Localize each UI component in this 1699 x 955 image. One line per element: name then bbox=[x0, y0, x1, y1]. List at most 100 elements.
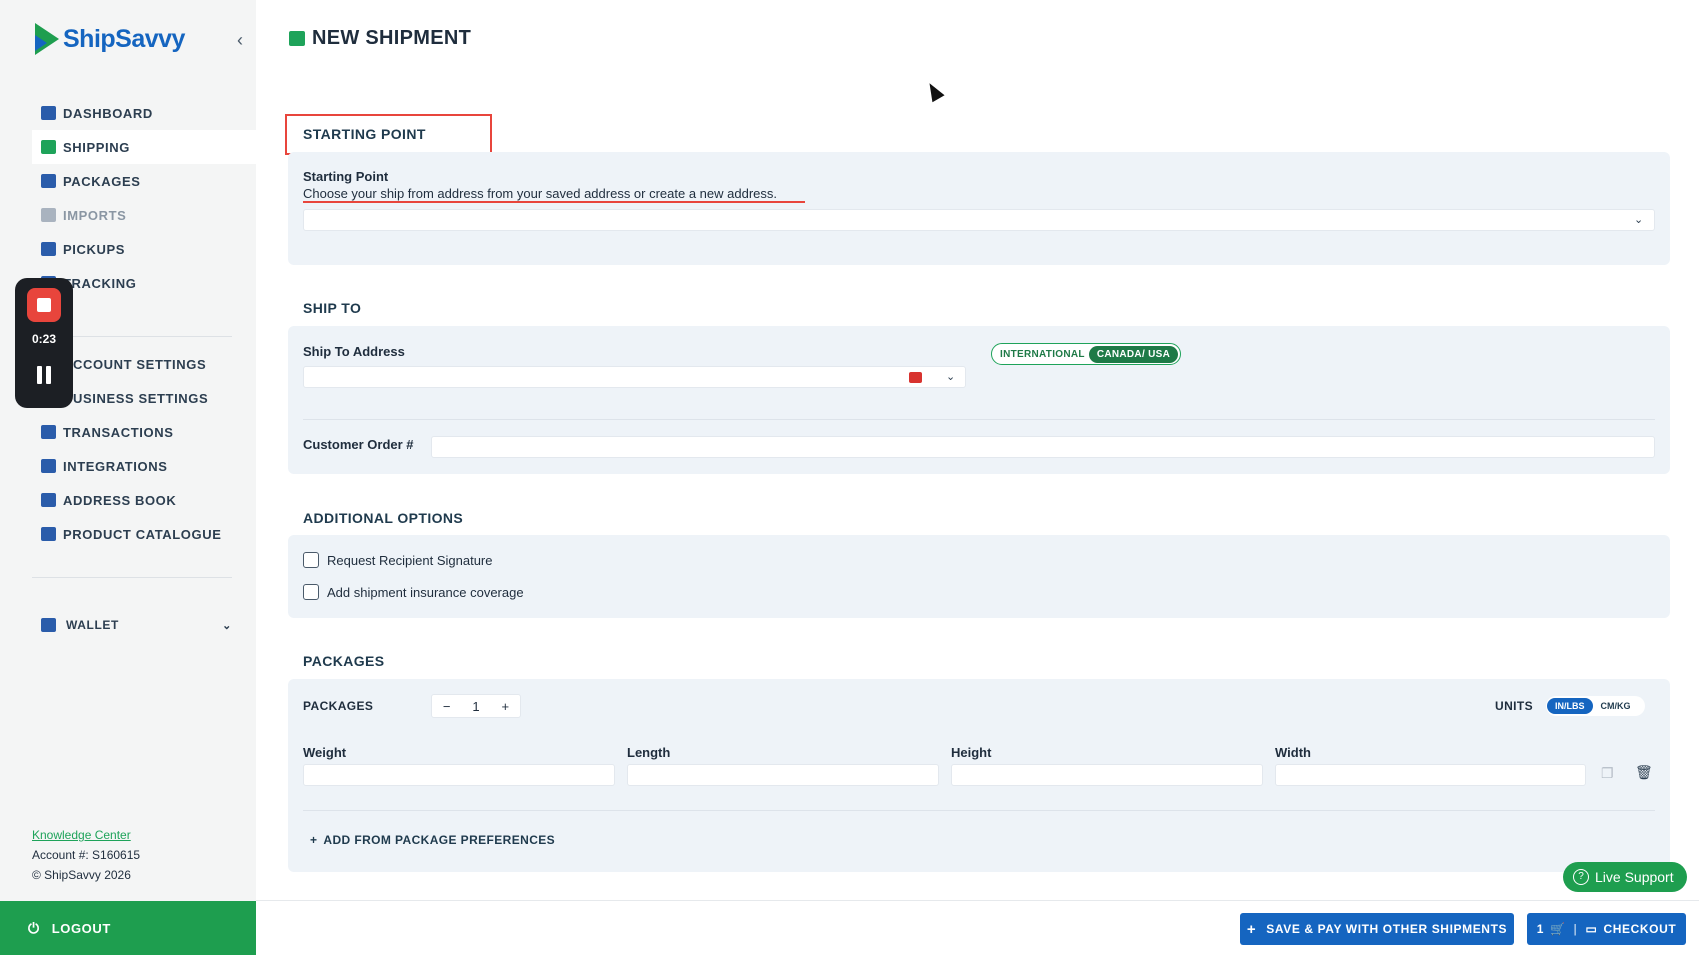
knowledge-center-link[interactable]: Knowledge Center bbox=[32, 825, 140, 845]
page-title: NEW SHIPMENT bbox=[289, 27, 471, 50]
separator: | bbox=[1573, 922, 1578, 936]
packages-icon bbox=[41, 174, 56, 188]
sidebar-item-integrations[interactable]: INTEGRATIONS bbox=[32, 449, 256, 483]
ship-to-address-select[interactable] bbox=[303, 366, 966, 388]
pickup-icon bbox=[41, 242, 56, 256]
catalogue-icon bbox=[41, 527, 56, 541]
sidebar-item-label: ADDRESS BOOK bbox=[63, 492, 177, 508]
footer-divider bbox=[256, 900, 1699, 901]
sidebar-item-imports[interactable]: IMPORTS bbox=[32, 198, 256, 232]
live-support-button[interactable]: ? Live Support bbox=[1563, 862, 1687, 892]
pause-icon[interactable] bbox=[36, 366, 52, 384]
ship-to-heading: SHIP TO bbox=[303, 300, 362, 316]
units-toggle: IN/LBS CM/KG bbox=[1546, 696, 1645, 716]
help-icon: ? bbox=[1573, 869, 1589, 885]
weight-input[interactable] bbox=[303, 764, 615, 786]
chevron-down-icon: ⌄ bbox=[1634, 214, 1644, 226]
sidebar-item-label: DASHBOARD bbox=[63, 105, 153, 121]
signature-option-label: Request Recipient Signature bbox=[327, 552, 493, 568]
units-in-lbs[interactable]: IN/LBS bbox=[1547, 698, 1593, 714]
logo[interactable]: ShipSavvy bbox=[35, 23, 185, 55]
divider bbox=[303, 419, 1655, 420]
sidebar-item-label: SHIPPING bbox=[63, 139, 130, 155]
sidebar-item-packages[interactable]: PACKAGES bbox=[32, 164, 256, 198]
logo-icon bbox=[35, 23, 59, 55]
insurance-checkbox[interactable] bbox=[303, 584, 319, 600]
signature-checkbox[interactable] bbox=[303, 552, 319, 568]
height-input[interactable] bbox=[951, 764, 1263, 786]
chevron-down-icon: ⌄ bbox=[946, 371, 956, 383]
customer-order-label: Customer Order # bbox=[303, 437, 414, 452]
ship-to-address-label: Ship To Address bbox=[303, 344, 405, 359]
starting-point-select[interactable] bbox=[303, 209, 1655, 231]
sidebar-item-pickups[interactable]: PICKUPS bbox=[32, 232, 256, 266]
width-input[interactable] bbox=[1275, 764, 1586, 786]
additional-options-card bbox=[288, 535, 1670, 618]
international-option[interactable]: INTERNATIONAL bbox=[1000, 349, 1085, 360]
divider bbox=[303, 810, 1655, 811]
sidebar-footer: Knowledge Center Account #: S160615 © Sh… bbox=[32, 825, 140, 885]
sidebar-item-shipping[interactable]: SHIPPING bbox=[32, 130, 256, 164]
wallet-icon bbox=[41, 618, 56, 632]
length-input[interactable] bbox=[627, 764, 939, 786]
save-pay-button[interactable]: + SAVE & PAY WITH OTHER SHIPMENTS bbox=[1240, 913, 1514, 945]
units-cm-kg[interactable]: CM/KG bbox=[1593, 698, 1639, 714]
signature-option[interactable]: Request Recipient Signature bbox=[303, 552, 493, 568]
flag-icon bbox=[909, 372, 922, 383]
quantity-stepper: − 1 + bbox=[431, 694, 521, 718]
sidebar-item-label: PACKAGES bbox=[63, 173, 141, 189]
document-icon bbox=[41, 425, 56, 439]
duplicate-icon[interactable]: ❐ bbox=[1601, 765, 1614, 782]
units-label: UNITS bbox=[1495, 699, 1533, 713]
plus-icon: + bbox=[1246, 920, 1257, 938]
weight-label: Weight bbox=[303, 745, 347, 760]
sidebar-item-dashboard[interactable]: DASHBOARD bbox=[32, 96, 256, 130]
canada-usa-option[interactable]: CANADA/ USA bbox=[1088, 345, 1179, 363]
wallet-toggle[interactable]: WALLET ⌄ bbox=[32, 612, 232, 638]
insurance-option[interactable]: Add shipment insurance coverage bbox=[303, 584, 524, 600]
sidebar-item-label: TRACKING bbox=[63, 275, 137, 291]
box-icon bbox=[41, 140, 56, 154]
package-count[interactable]: 1 bbox=[461, 699, 490, 714]
stop-recording-icon[interactable] bbox=[27, 288, 61, 322]
cart-icon: 🛒 bbox=[1550, 922, 1566, 936]
recording-time: 0:23 bbox=[31, 332, 57, 346]
sidebar-item-label: PICKUPS bbox=[63, 241, 125, 257]
packages-heading: PACKAGES bbox=[303, 653, 385, 669]
logout-button[interactable]: ⏻ LOGOUT bbox=[0, 901, 256, 955]
nav-divider bbox=[32, 577, 232, 578]
logo-text: ShipSavvy bbox=[63, 24, 185, 53]
checkout-label: CHECKOUT bbox=[1603, 922, 1677, 936]
add-from-package-preferences-button[interactable]: + ADD FROM PACKAGE PREFERENCES bbox=[310, 833, 555, 847]
sidebar-item-label: PRODUCT CATALOGUE bbox=[63, 526, 222, 542]
card-icon: ▭ bbox=[1585, 922, 1598, 936]
sidebar-item-label: BUSINESS SETTINGS bbox=[63, 390, 209, 406]
starting-point-help: Choose your ship from address from your … bbox=[303, 186, 778, 201]
logout-label: LOGOUT bbox=[51, 920, 111, 936]
sidebar-item-product-catalogue[interactable]: PRODUCT CATALOGUE bbox=[32, 517, 256, 551]
chevron-down-icon: ⌄ bbox=[222, 619, 232, 632]
sidebar-item-address-book[interactable]: ADDRESS BOOK bbox=[32, 483, 256, 517]
address-book-icon bbox=[41, 493, 56, 507]
decrement-button[interactable]: − bbox=[432, 699, 461, 714]
screen-recorder: 0:23 bbox=[15, 278, 73, 408]
trash-icon[interactable]: 🗑 bbox=[1635, 764, 1653, 781]
sidebar-item-label: ACCOUNT SETTINGS bbox=[63, 356, 207, 372]
save-pay-label: SAVE & PAY WITH OTHER SHIPMENTS bbox=[1266, 922, 1508, 936]
plus-icon: + bbox=[310, 833, 318, 847]
cart-count: 1 bbox=[1536, 922, 1544, 936]
checkout-button[interactable]: 1 🛒 | ▭ CHECKOUT bbox=[1527, 913, 1686, 945]
starting-point-heading: STARTING POINT bbox=[303, 126, 426, 142]
live-support-label: Live Support bbox=[1595, 869, 1674, 885]
customer-order-input[interactable] bbox=[431, 436, 1655, 458]
width-label: Width bbox=[1275, 745, 1311, 760]
copyright: © ShipSavvy 2026 bbox=[32, 868, 131, 882]
annotation-underline bbox=[303, 201, 805, 203]
length-label: Length bbox=[627, 745, 671, 760]
account-number: Account #: S160615 bbox=[32, 848, 141, 862]
import-icon bbox=[41, 208, 56, 222]
sidebar-item-label: IMPORTS bbox=[63, 207, 127, 223]
sidebar-item-transactions[interactable]: TRANSACTIONS bbox=[32, 415, 256, 449]
collapse-sidebar-icon[interactable]: ‹ bbox=[230, 30, 250, 50]
increment-button[interactable]: + bbox=[491, 699, 520, 714]
